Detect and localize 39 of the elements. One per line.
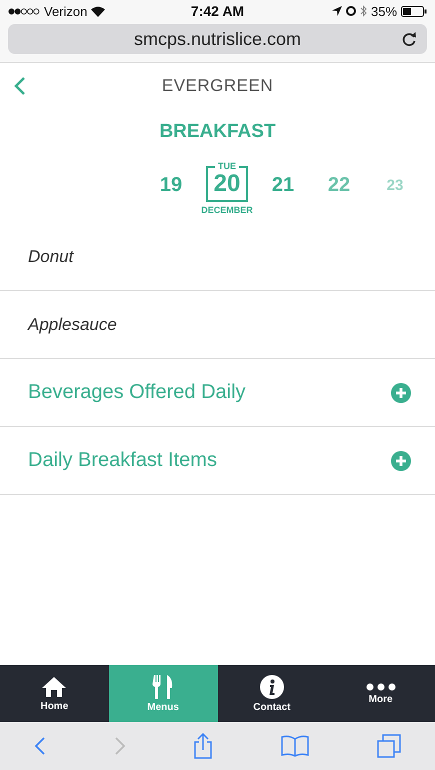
month-label: DECEMBER <box>201 204 253 214</box>
back-icon[interactable] <box>34 736 46 756</box>
date-button[interactable]: 19 <box>160 174 182 197</box>
home-icon <box>41 676 68 698</box>
weekday-label: TUE <box>214 160 239 170</box>
date-button[interactable]: 23 <box>386 177 404 194</box>
book-icon[interactable] <box>281 735 310 757</box>
reload-icon[interactable] <box>402 31 417 47</box>
carrier-name: Verizon <box>44 4 88 18</box>
battery-percent: 35% <box>370 4 398 18</box>
date-button[interactable]: 22 <box>328 174 350 197</box>
location-arrow-icon <box>332 6 342 16</box>
share-icon[interactable] <box>193 733 214 759</box>
tab-button[interactable]: Menus <box>108 665 218 722</box>
more-icon <box>366 682 396 690</box>
battery-icon <box>401 6 428 16</box>
back-icon[interactable] <box>14 76 26 96</box>
tab-button[interactable]: Contact <box>218 665 326 722</box>
address-bar[interactable]: smcps.nutrislice.com <box>8 24 427 54</box>
info-icon <box>260 674 284 698</box>
bluetooth-icon <box>360 5 367 17</box>
meal-title: BREAKFAST <box>158 120 277 144</box>
plus-icon <box>391 382 411 402</box>
category-row[interactable]: Beverages Offered Daily <box>0 359 435 427</box>
forward-icon[interactable] <box>114 736 126 756</box>
food-item: Applesauce <box>28 314 117 334</box>
tab-button[interactable]: More <box>326 665 435 722</box>
tab-button[interactable]: Home <box>0 665 109 722</box>
fork-knife-icon <box>152 674 174 698</box>
wifi-icon <box>91 6 106 16</box>
plus-icon <box>391 450 411 470</box>
school-title: EVERGREEN <box>162 76 274 96</box>
signal-icon <box>8 8 40 14</box>
alarm-icon <box>346 6 356 16</box>
tabs-icon[interactable] <box>377 734 402 758</box>
food-item: Donut <box>28 246 74 266</box>
date-button[interactable]: 21 <box>272 174 294 197</box>
category-row[interactable]: Daily Breakfast Items <box>0 427 435 495</box>
status-time: 7:42 AM <box>190 3 244 19</box>
